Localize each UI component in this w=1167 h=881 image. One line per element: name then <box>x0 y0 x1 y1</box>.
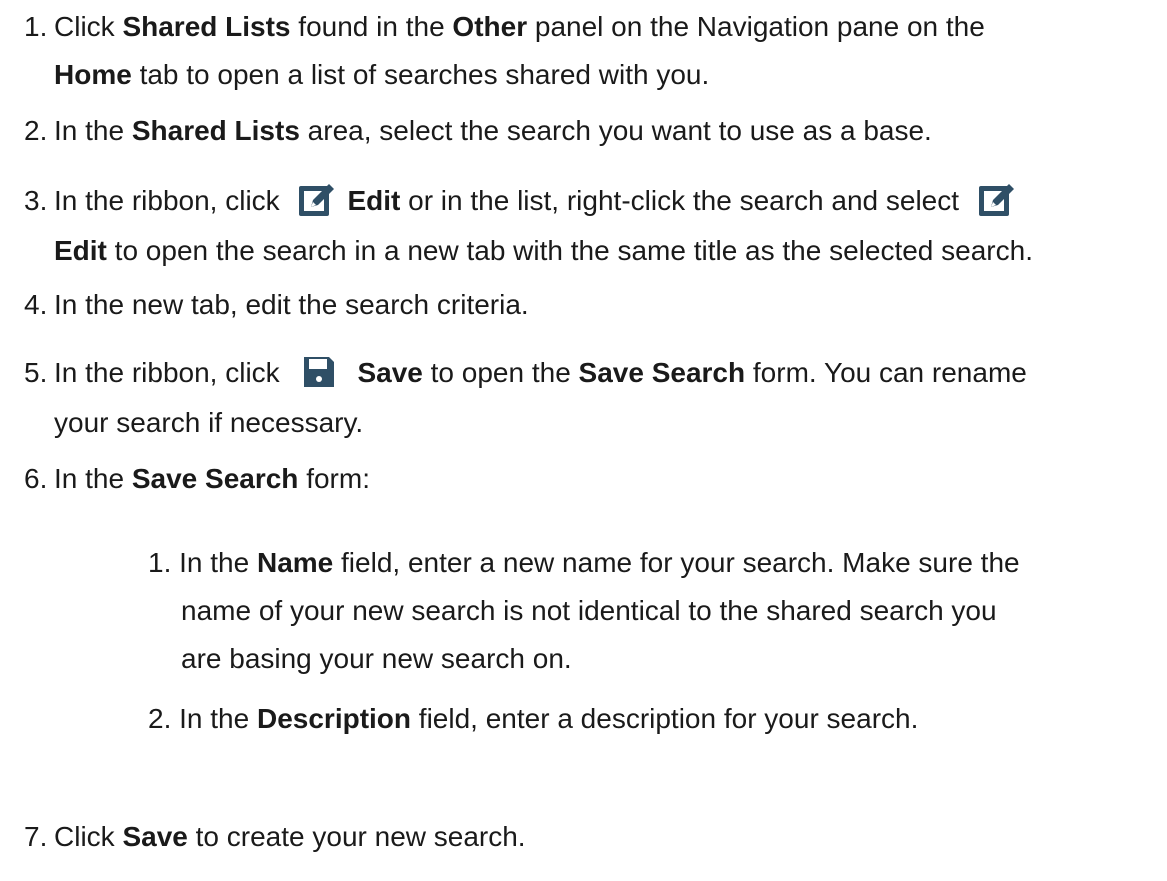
substep-1-line-2: name of your new search is not identical… <box>181 595 997 626</box>
step-6: 6. In the Save Search form: <box>0 456 370 502</box>
substep-1: 1. In the Name field, enter a new name f… <box>148 547 1020 578</box>
name-label: Name <box>256 547 334 578</box>
substep-2: 2. In the Description field, enter a des… <box>148 703 919 734</box>
step-number: 7. <box>24 821 48 852</box>
edit-label: Edit <box>54 235 107 266</box>
step-2: 2. In the Shared Lists area, select the s… <box>0 108 932 154</box>
edit-icon <box>297 180 337 232</box>
step-4: 4. In the new tab, edit the search criter… <box>0 282 529 328</box>
save-search-label: Save Search <box>578 357 746 388</box>
step-number: 3. <box>24 185 48 216</box>
save-search-label: Save Search <box>131 463 299 494</box>
step-number: 2. <box>24 115 48 146</box>
step-1: 1. Click Shared Lists found in the Other … <box>0 4 985 50</box>
step-7: 7. Click Save to create your new search. <box>0 814 526 860</box>
step-number: 5. <box>24 357 48 388</box>
shared-lists-label: Shared Lists <box>131 115 300 146</box>
save-label: Save <box>122 821 188 852</box>
save-icon <box>301 354 337 404</box>
home-label: Home <box>54 59 132 90</box>
save-label: Save <box>357 357 423 388</box>
description-label: Description <box>256 703 412 734</box>
edit-icon <box>977 180 1017 232</box>
substep-1-line-3: are basing your new search on. <box>181 643 572 674</box>
step-number: 4. <box>24 289 48 320</box>
substep-number: 2. <box>148 703 172 734</box>
step-number: 1. <box>24 11 48 42</box>
step-5-line-2: your search if necessary. <box>54 407 364 438</box>
step-1-line-2: Home tab to open a list of searches shar… <box>54 59 710 90</box>
other-label: Other <box>452 11 528 42</box>
edit-label: Edit <box>347 185 401 216</box>
step-3-line-2: Edit to open the search in a new tab wit… <box>54 235 1033 266</box>
shared-lists-label: Shared Lists <box>122 11 291 42</box>
step-3: 3. In the ribbon, click Edit or in the li… <box>0 178 1027 232</box>
step-number: 6. <box>24 463 48 494</box>
step-5: 5. In the ribbon, click Save to open the … <box>0 350 1027 404</box>
substep-number: 1. <box>148 547 172 578</box>
